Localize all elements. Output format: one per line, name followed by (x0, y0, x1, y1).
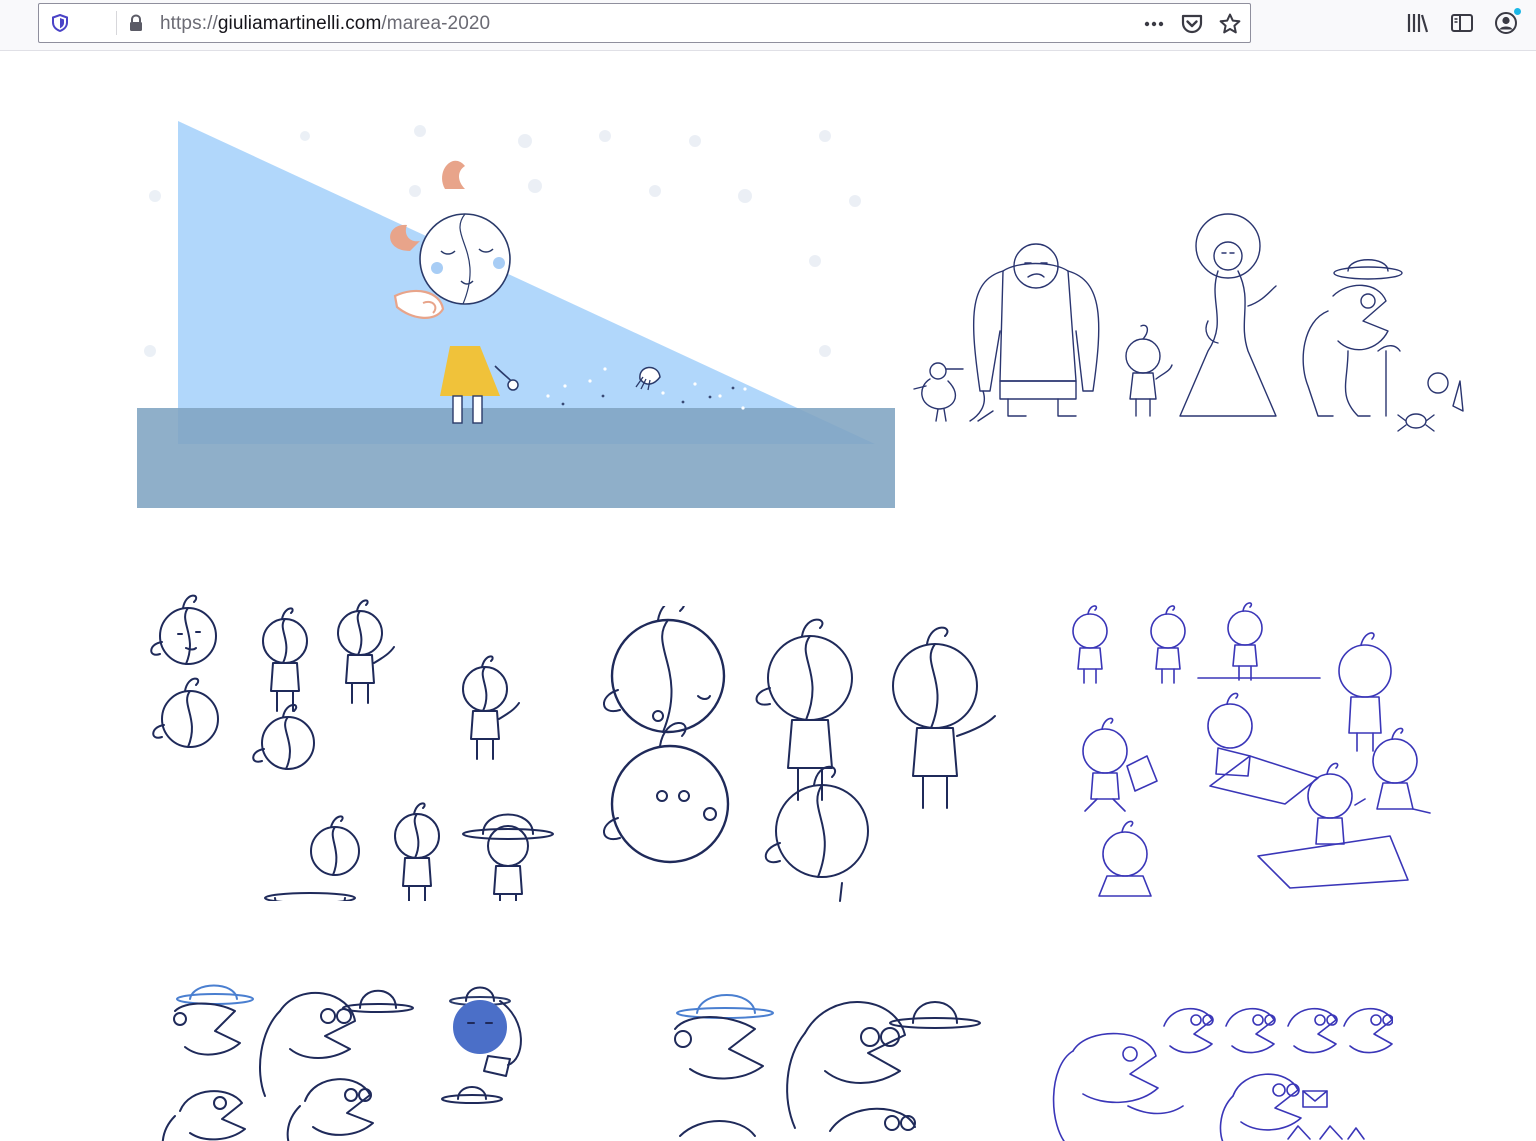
sidebar-icon[interactable] (1449, 10, 1475, 36)
bird-character (913, 362, 964, 422)
browser-toolbar: https://giuliamartinelli.com/marea-2020 (0, 0, 1536, 51)
old-man-sketch-sheet-2[interactable] (650, 971, 990, 1141)
girl-sketch-sheet-1[interactable] (140, 591, 570, 901)
toolbar-buttons (1405, 8, 1521, 36)
old-man-sketch-sheet-3[interactable] (1048, 991, 1393, 1141)
sea-band (137, 408, 895, 508)
pocket-icon[interactable] (1180, 12, 1204, 36)
old-man-sketch-sheet-1[interactable] (150, 971, 570, 1141)
small-girl-character (1125, 324, 1173, 417)
shield-icon[interactable] (51, 14, 69, 32)
light-ray (178, 121, 875, 444)
url-scheme: https:// (160, 13, 218, 34)
more-icon[interactable] (1142, 12, 1166, 36)
url-host: giuliamartinelli.com (217, 13, 382, 34)
lock-icon[interactable] (127, 14, 145, 32)
hero-illustration[interactable] (135, 111, 897, 511)
library-icon[interactable] (1405, 10, 1431, 36)
girl-sketch-sheet-2[interactable] (600, 606, 1010, 906)
account-button[interactable] (1493, 8, 1521, 36)
character-lineup[interactable] (908, 211, 1468, 441)
crab-and-shells (1397, 372, 1464, 432)
url-text[interactable]: https://giuliamartinelli.com/marea-2020 (160, 13, 490, 35)
url-path: /marea-2020 (381, 13, 491, 34)
girl-sketch-sheet-3[interactable] (1050, 596, 1460, 901)
notification-dot (1514, 8, 1521, 15)
page-content (0, 51, 1536, 1141)
star-icon[interactable] (1218, 12, 1242, 36)
url-actions (1142, 12, 1242, 36)
address-bar-divider (116, 11, 117, 35)
lady-character (1179, 213, 1277, 417)
old-man-character (1302, 259, 1403, 417)
address-bar[interactable]: https://giuliamartinelli.com/marea-2020 (38, 3, 1251, 43)
strongman-character (969, 243, 1100, 422)
